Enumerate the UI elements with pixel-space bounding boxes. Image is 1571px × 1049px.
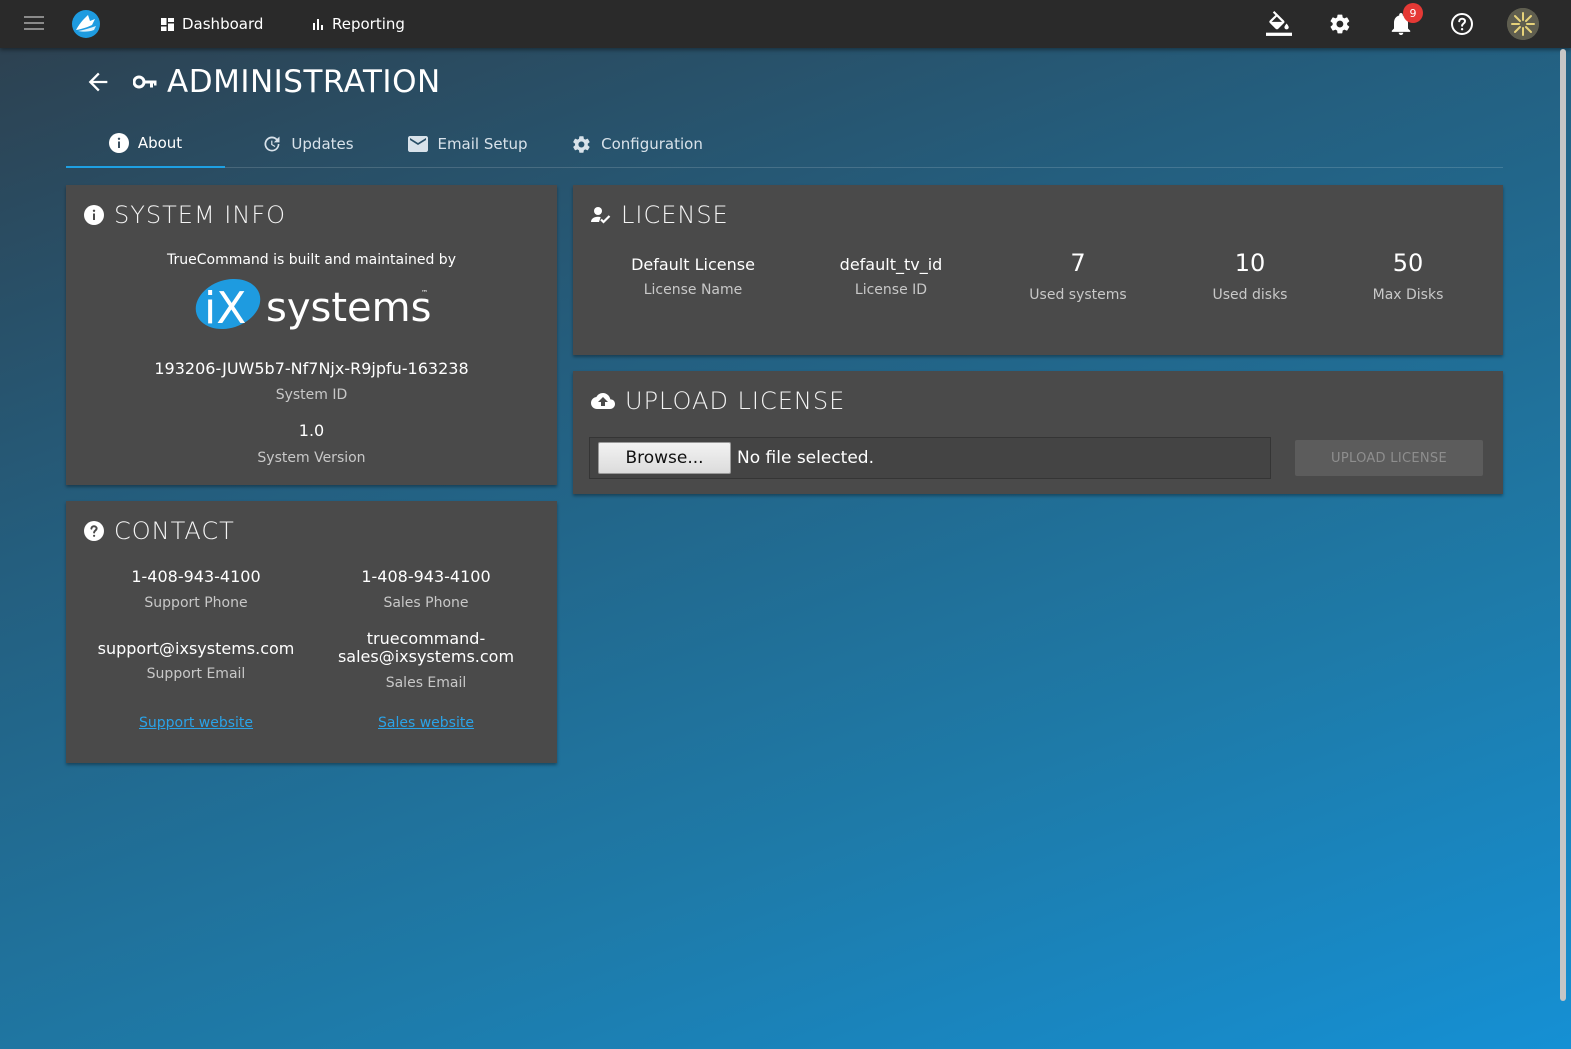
sales-phone-label: Sales Phone (383, 595, 469, 611)
menu-icon[interactable] (24, 16, 44, 32)
help-circle-icon (1451, 13, 1473, 35)
system-id-value: 193206-JUW5b7-Nf7Njx-R9jpfu-163238 (154, 359, 469, 378)
nav-reporting-label: Reporting (332, 15, 405, 33)
admin-tabs: About Updates Email Setup Configuration (66, 120, 1503, 168)
upload-license-title: UPLOAD LICENSE (591, 387, 845, 415)
browse-button[interactable]: Browse... (598, 442, 731, 474)
contact-title: CONTACT (84, 517, 235, 545)
back-arrow-icon[interactable] (84, 68, 112, 96)
key-icon (133, 75, 157, 89)
contact-card: CONTACT 1-408-943-4100 Support Phone 1-4… (66, 501, 557, 763)
license-title: LICENSE (591, 201, 729, 229)
nav-dashboard-label: Dashboard (182, 15, 264, 33)
sales-phone-value: 1-408-943-4100 (361, 567, 491, 586)
file-input[interactable]: Browse... No file selected. (589, 437, 1271, 479)
tab-configuration-label: Configuration (601, 135, 703, 153)
tab-about-label: About (137, 134, 183, 152)
license-title-text: LICENSE (621, 201, 729, 229)
avatar-sunburst-icon (1507, 8, 1539, 40)
tab-configuration[interactable]: Configuration (562, 120, 712, 168)
support-email-value: support@ixsystems.com (97, 639, 295, 658)
system-info-card: SYSTEM INFO TrueCommand is built and mai… (66, 185, 557, 485)
page-header: ADMINISTRATION (133, 64, 441, 100)
tab-email-setup-label: Email Setup (437, 135, 528, 153)
used-systems-label: Used systems (1029, 287, 1127, 303)
page-scrollbar[interactable] (1560, 49, 1566, 1001)
max-disks-label: Max Disks (1372, 287, 1444, 303)
license-name-label: License Name (643, 282, 743, 298)
system-version-value: 1.0 (298, 421, 325, 440)
svg-text:iX: iX (204, 283, 246, 333)
tab-updates-label: Updates (291, 135, 354, 153)
help-button[interactable] (1444, 0, 1480, 48)
license-id-value: default_tv_id (839, 255, 943, 274)
system-info-title: SYSTEM INFO (84, 201, 286, 229)
support-website-link[interactable]: Support website (139, 715, 253, 731)
sales-email-label: Sales Email (385, 675, 467, 691)
gear-icon (573, 135, 590, 153)
notification-badge: 9 (1403, 3, 1423, 23)
system-id-label: System ID (275, 387, 348, 403)
max-disks-value: 50 (1392, 249, 1424, 277)
sales-email-value: truecommand- sales@ixsystems.com (316, 630, 536, 666)
dashboard-icon (161, 17, 174, 31)
upload-license-button[interactable]: UPLOAD LICENSE (1295, 440, 1483, 476)
info-icon (108, 133, 129, 153)
used-systems-value: 7 (1070, 249, 1086, 277)
info-icon (84, 205, 104, 225)
svg-text:™: ™ (421, 289, 428, 297)
notifications-button[interactable]: 9 (1383, 0, 1423, 48)
user-avatar[interactable] (1507, 8, 1539, 40)
built-by-text: TrueCommand is built and maintained by (167, 252, 456, 268)
settings-button[interactable] (1322, 0, 1358, 48)
system-version-label: System Version (257, 450, 366, 466)
license-id-label: License ID (854, 282, 928, 298)
theme-button[interactable] (1261, 0, 1297, 48)
file-status-text: No file selected. (737, 448, 874, 468)
user-check-icon (591, 207, 611, 224)
system-info-title-text: SYSTEM INFO (114, 201, 287, 229)
top-bar: Dashboard Reporting 9 (0, 0, 1571, 48)
sales-email-line-1: truecommand- (366, 629, 486, 648)
email-icon (408, 136, 429, 152)
paint-bucket-icon (1266, 11, 1292, 36)
ixsystems-logo-icon: iX systems ™ (195, 279, 431, 334)
sales-website-link[interactable]: Sales website (378, 715, 474, 731)
gear-icon (1330, 14, 1350, 34)
tab-email-setup[interactable]: Email Setup (396, 120, 540, 168)
sales-email-line-2: sales@ixsystems.com (337, 647, 515, 666)
support-phone-label: Support Phone (144, 595, 248, 611)
license-card: LICENSE Default License License Name def… (573, 185, 1503, 355)
nav-dashboard[interactable]: Dashboard (161, 0, 263, 48)
tab-updates[interactable]: Updates (248, 120, 368, 168)
svg-text:systems: systems (266, 285, 431, 331)
license-name-value: Default License (631, 255, 755, 274)
truecommand-logo-icon[interactable] (71, 9, 101, 39)
bar-chart-icon (313, 19, 323, 30)
tab-about[interactable]: About (66, 120, 225, 168)
cloud-upload-icon (591, 392, 615, 409)
update-icon (264, 136, 280, 152)
upload-license-title-text: UPLOAD LICENSE (625, 387, 846, 415)
support-email-label: Support Email (146, 666, 246, 682)
nav-reporting[interactable]: Reporting (313, 0, 405, 48)
page-title: ADMINISTRATION (167, 64, 441, 100)
ixsystems-logo: iX systems ™ (66, 277, 557, 337)
help-circle-icon (84, 521, 104, 541)
support-phone-value: 1-408-943-4100 (131, 567, 261, 586)
upload-license-card: UPLOAD LICENSE Browse... No file selecte… (573, 371, 1503, 494)
contact-title-text: CONTACT (114, 517, 235, 545)
